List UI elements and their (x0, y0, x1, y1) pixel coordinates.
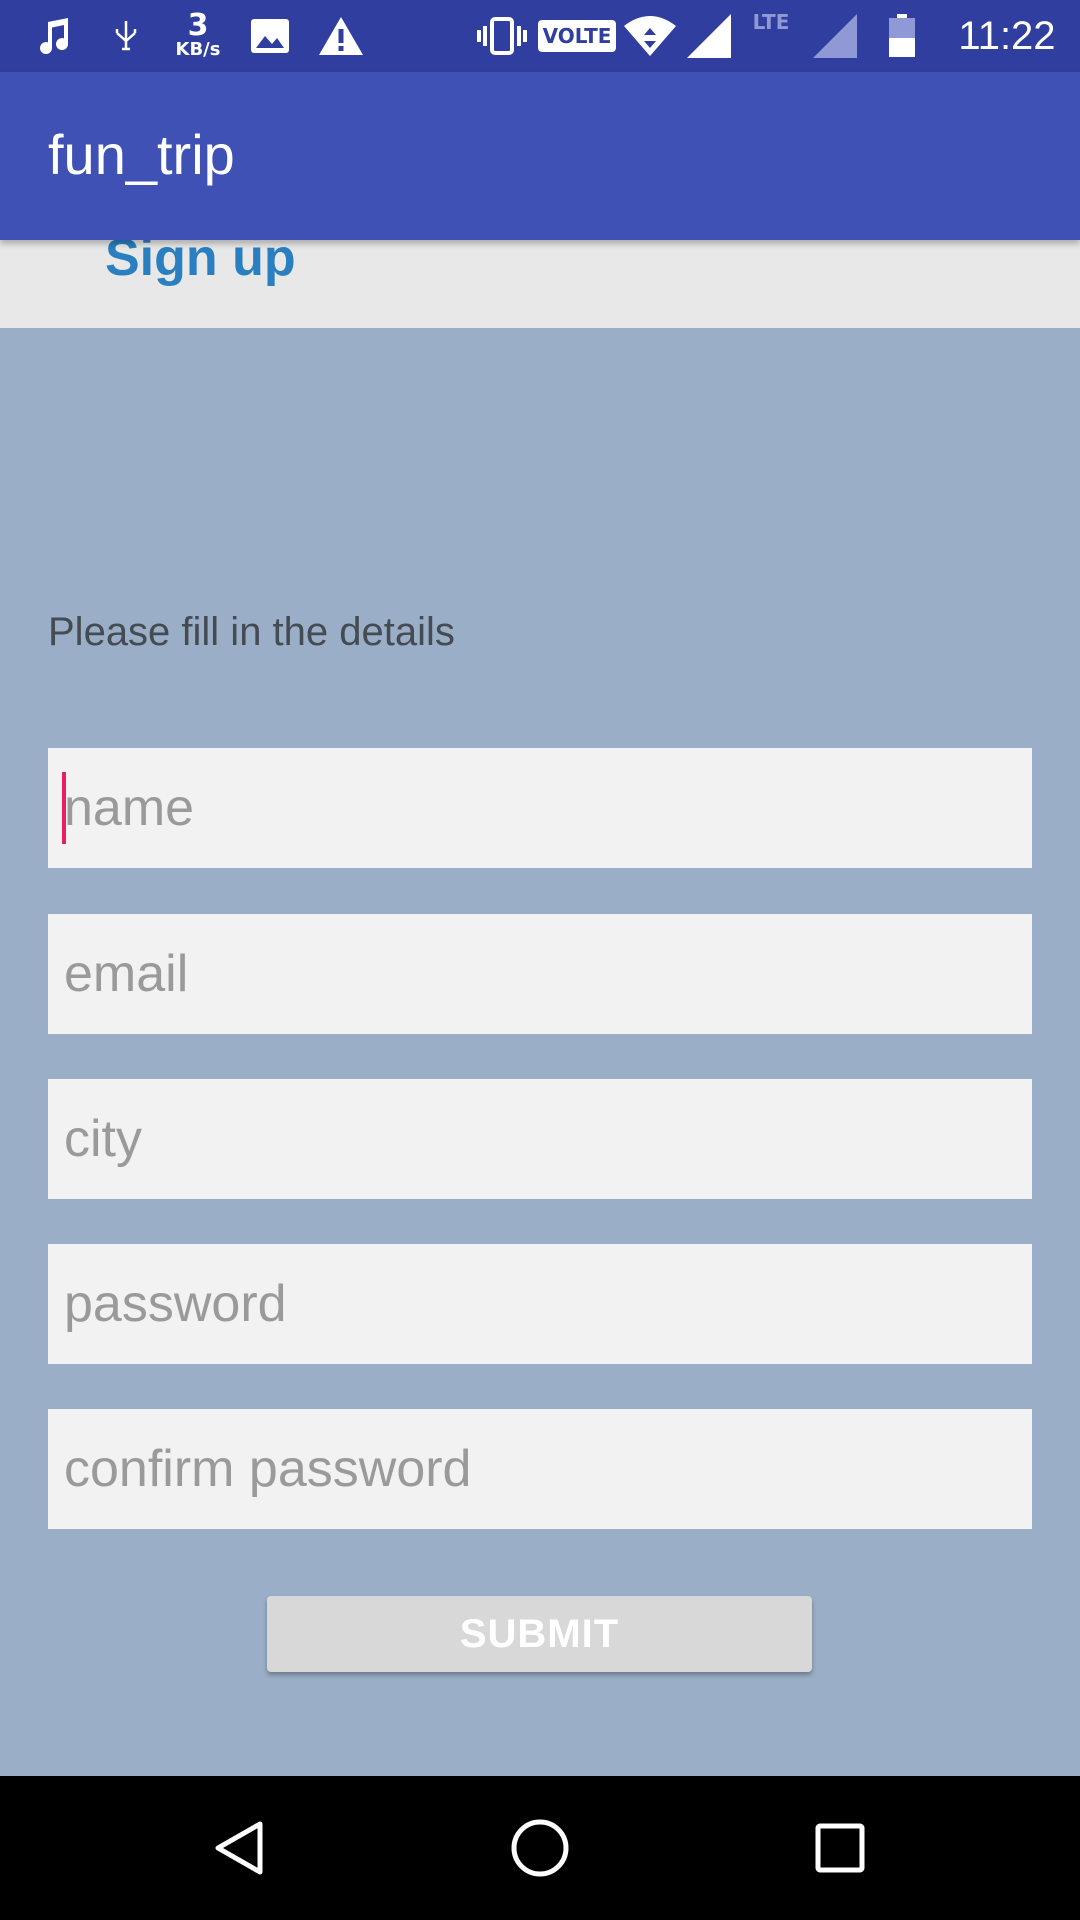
app-title: fun_trip (48, 123, 235, 186)
app-bar: fun_trip (0, 72, 1080, 240)
volte-label: VOLTE (537, 20, 617, 52)
text-cursor (62, 772, 66, 844)
clock: 11:22 (958, 13, 1056, 58)
music-note-icon (34, 0, 74, 72)
name-field[interactable] (48, 748, 1032, 868)
password-input[interactable] (48, 1244, 1032, 1364)
city-input[interactable] (48, 1079, 1032, 1199)
form-instructions: Please fill in the details (48, 610, 455, 654)
volte-icon: VOLTE (537, 0, 617, 72)
name-input[interactable] (48, 748, 1032, 868)
email-input[interactable] (48, 914, 1032, 1034)
network-speed-value: 3 (187, 8, 209, 43)
home-icon[interactable] (468, 1776, 612, 1920)
usb-icon (108, 0, 144, 72)
status-bar: 3 KB/s VOLTE LTE 11:22 (0, 0, 1080, 72)
network-speed-unit: KB/s (175, 39, 221, 60)
password-field[interactable] (48, 1244, 1032, 1364)
navigation-bar (0, 1776, 1080, 1920)
lte-label-wrap: LTE (746, 0, 796, 72)
submit-button[interactable]: SUBMIT (267, 1596, 812, 1672)
network-speed: 3 KB/s (168, 0, 228, 72)
image-icon (248, 0, 292, 72)
recents-icon[interactable] (768, 1776, 912, 1920)
battery-icon (884, 0, 920, 72)
wifi-icon (622, 0, 678, 72)
signup-form: Please fill in the details SUBMIT (0, 328, 1080, 1776)
lte-label: LTE (752, 10, 790, 34)
back-icon[interactable] (168, 1776, 312, 1920)
signal-icon (686, 0, 732, 72)
confirm-password-input[interactable] (48, 1409, 1032, 1529)
city-field[interactable] (48, 1079, 1032, 1199)
email-field[interactable] (48, 914, 1032, 1034)
lte-signal-icon (812, 0, 858, 72)
warning-icon (316, 0, 366, 72)
confirm-password-field[interactable] (48, 1409, 1032, 1529)
vibrate-icon (474, 0, 530, 72)
